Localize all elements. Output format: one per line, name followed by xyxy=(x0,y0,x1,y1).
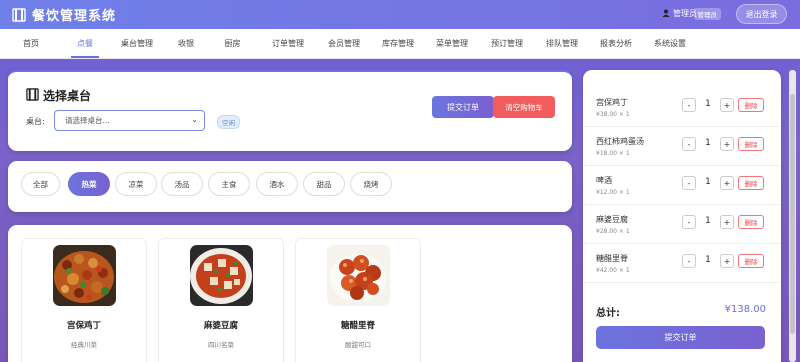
category-soup[interactable]: 汤品 xyxy=(161,172,203,196)
cart-panel: 宫保鸡丁 ¥38.00 × 1 - 1 + 删除 西红柿鸡蛋汤 ¥18.00 ×… xyxy=(583,70,781,362)
increase-qty-button[interactable]: + xyxy=(720,137,734,151)
dish-name: 宫保鸡丁 xyxy=(66,321,101,331)
cart-item-price: ¥12.00 × 1 xyxy=(596,189,630,196)
category-hot[interactable]: 热菜 xyxy=(68,172,110,196)
total-label: 总计: xyxy=(596,308,620,319)
admin-user: 管理员 xyxy=(662,8,697,19)
category-cold[interactable]: 凉菜 xyxy=(115,172,157,196)
tab-cashier[interactable]: 收银 xyxy=(166,28,206,58)
table-select[interactable]: 请选择桌台... ⌄ xyxy=(54,110,205,131)
increase-qty-button[interactable]: + xyxy=(720,98,734,112)
cart-submit-order-button[interactable]: 提交订单 xyxy=(596,326,765,349)
total-value: ¥138.00 xyxy=(724,304,766,315)
tab-inventory[interactable]: 库存管理 xyxy=(371,28,425,58)
category-drinks[interactable]: 酒水 xyxy=(256,172,298,196)
table-selection-card: 选择桌台 桌台: 请选择桌台... ⌄ 空闲 提交订单 清空购物车 xyxy=(8,70,572,151)
cart-item-price: ¥42.00 × 1 xyxy=(596,267,630,274)
cart-item: 麻婆豆腐 ¥28.00 × 1 - 1 + 删除 xyxy=(583,205,781,244)
decrease-qty-button[interactable]: - xyxy=(682,98,696,112)
user-icon xyxy=(662,9,670,19)
logout-button[interactable]: 退出登录 xyxy=(736,4,787,24)
delete-item-button[interactable]: 删除 xyxy=(738,137,764,151)
cart-item-qty: 1 xyxy=(705,177,711,187)
dish-card[interactable]: 糖醋里脊 酸甜可口 xyxy=(295,238,421,362)
submit-order-button[interactable]: 提交订单 xyxy=(432,96,494,118)
cart-item: 啤酒 ¥12.00 × 1 - 1 + 删除 xyxy=(583,166,781,205)
dish-description: 经典川菜 xyxy=(71,341,97,349)
tab-home[interactable]: 首页 xyxy=(0,28,62,58)
increase-qty-button[interactable]: + xyxy=(720,176,734,190)
tab-order[interactable]: 点餐 xyxy=(62,28,108,58)
increase-qty-button[interactable]: + xyxy=(720,215,734,229)
tab-members[interactable]: 会员管理 xyxy=(317,28,371,58)
cart-item: 宫保鸡丁 ¥38.00 × 1 - 1 + 删除 xyxy=(583,88,781,127)
section-title: 选择桌台 xyxy=(26,87,91,104)
delete-item-button[interactable]: 删除 xyxy=(738,254,764,268)
dish-grid-card: 宫保鸡丁 经典川菜 麻婆豆腐 四川名菜 糖醋里脊 酸甜可口 xyxy=(8,225,572,362)
category-dessert[interactable]: 甜品 xyxy=(303,172,345,196)
cart-item-price: ¥38.00 × 1 xyxy=(596,111,630,118)
table-label: 桌台: xyxy=(26,117,45,126)
category-filter-card: 全部 热菜 凉菜 汤品 主食 酒水 甜品 烧烤 xyxy=(8,161,572,212)
scrollbar-thumb[interactable] xyxy=(790,94,795,334)
top-bar: 餐饮管理系统 管理员 管理员 退出登录 xyxy=(0,0,800,29)
dish-name: 麻婆豆腐 xyxy=(203,321,238,331)
cart-item-qty: 1 xyxy=(705,99,711,109)
dish-description: 酸甜可口 xyxy=(345,341,371,349)
category-staple[interactable]: 主食 xyxy=(208,172,250,196)
cart-item-qty: 1 xyxy=(705,255,711,265)
clapperboard-icon xyxy=(12,7,26,22)
table-select-value: 请选择桌台... xyxy=(65,116,110,125)
cart-item-name: 啤酒 xyxy=(596,176,612,185)
tab-orders[interactable]: 订单管理 xyxy=(259,28,317,58)
tab-reports[interactable]: 报表分析 xyxy=(589,28,643,58)
decrease-qty-button[interactable]: - xyxy=(682,137,696,151)
cart-item: 西红柿鸡蛋汤 ¥18.00 × 1 - 1 + 删除 xyxy=(583,127,781,166)
dish-image xyxy=(327,245,390,306)
scrollbar[interactable] xyxy=(789,70,796,362)
cart-item-name: 糖醋里脊 xyxy=(596,254,628,263)
app-title: 餐饮管理系统 xyxy=(32,9,117,24)
decrease-qty-button[interactable]: - xyxy=(682,215,696,229)
chevron-down-icon: ⌄ xyxy=(191,115,198,124)
dish-card[interactable]: 宫保鸡丁 经典川菜 xyxy=(21,238,147,362)
delete-item-button[interactable]: 删除 xyxy=(738,215,764,229)
delete-item-button[interactable]: 删除 xyxy=(738,176,764,190)
tab-reservations[interactable]: 预订管理 xyxy=(479,28,535,58)
decrease-qty-button[interactable]: - xyxy=(682,254,696,268)
tab-queue[interactable]: 排队管理 xyxy=(535,28,589,58)
decrease-qty-button[interactable]: - xyxy=(682,176,696,190)
cart-item-qty: 1 xyxy=(705,216,711,226)
cart-item-price: ¥28.00 × 1 xyxy=(596,228,630,235)
tab-kitchen[interactable]: 厨房 xyxy=(206,28,259,58)
role-badge: 管理员 xyxy=(693,8,721,20)
cart-item: 糖醋里脊 ¥42.00 × 1 - 1 + 删除 xyxy=(583,244,781,283)
cart-item-name: 麻婆豆腐 xyxy=(596,215,628,224)
tab-tables[interactable]: 桌台管理 xyxy=(108,28,166,58)
dish-image xyxy=(53,245,116,306)
delete-item-button[interactable]: 删除 xyxy=(738,98,764,112)
tab-settings[interactable]: 系统设置 xyxy=(643,28,697,58)
cart-item-name: 宫保鸡丁 xyxy=(596,98,628,107)
dish-image xyxy=(190,245,253,306)
section-title-text: 选择桌台 xyxy=(43,89,92,103)
clapperboard-icon xyxy=(26,87,39,104)
increase-qty-button[interactable]: + xyxy=(720,254,734,268)
clear-cart-button[interactable]: 清空购物车 xyxy=(493,96,555,118)
cart-item-price: ¥18.00 × 1 xyxy=(596,150,630,157)
category-all[interactable]: 全部 xyxy=(21,172,60,196)
tab-menu[interactable]: 菜单管理 xyxy=(425,28,479,58)
category-bbq[interactable]: 烧烤 xyxy=(350,172,392,196)
status-badge: 空闲 xyxy=(217,115,240,129)
dish-description: 四川名菜 xyxy=(208,341,234,349)
dish-card[interactable]: 麻婆豆腐 四川名菜 xyxy=(158,238,284,362)
cart-item-name: 西红柿鸡蛋汤 xyxy=(596,137,644,146)
dish-name: 糖醋里脊 xyxy=(340,321,375,331)
main-nav: 首页 点餐 桌台管理 收银 厨房 订单管理 会员管理 库存管理 菜单管理 预订管… xyxy=(0,29,800,59)
cart-item-qty: 1 xyxy=(705,138,711,148)
